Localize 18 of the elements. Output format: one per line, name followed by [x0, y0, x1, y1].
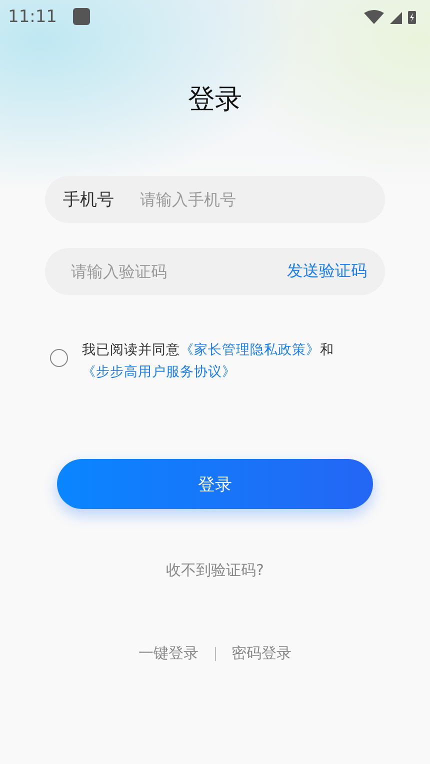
phone-input[interactable]: 请输入手机号: [138, 189, 367, 210]
code-input[interactable]: 请输入验证码: [69, 261, 287, 282]
login-button[interactable]: 登录: [57, 459, 373, 509]
phone-field[interactable]: 手机号 请输入手机号: [45, 176, 385, 223]
agreement-link[interactable]: 《家长管理隐私政策》: [180, 342, 320, 358]
notification-icon: [73, 8, 90, 25]
login-option-link[interactable]: 一键登录: [138, 644, 198, 663]
status-icons: [364, 8, 418, 24]
login-option-link[interactable]: 密码登录: [232, 644, 292, 663]
no-code-link[interactable]: 收不到验证码?: [166, 561, 264, 580]
phone-label: 手机号: [63, 189, 114, 211]
code-field[interactable]: 请输入验证码 发送验证码: [45, 248, 385, 295]
agreement-text: 我已阅读并同意《家长管理隐私政策》和 《步步高用户服务协议》: [82, 341, 335, 382]
agreement-link[interactable]: 《步步高用户服务协议》: [82, 364, 236, 380]
status-time: 11:11: [8, 6, 57, 26]
send-code-link[interactable]: 发送验证码: [287, 261, 367, 282]
page-title: 登录: [188, 83, 242, 117]
agree-radio[interactable]: [50, 349, 68, 367]
